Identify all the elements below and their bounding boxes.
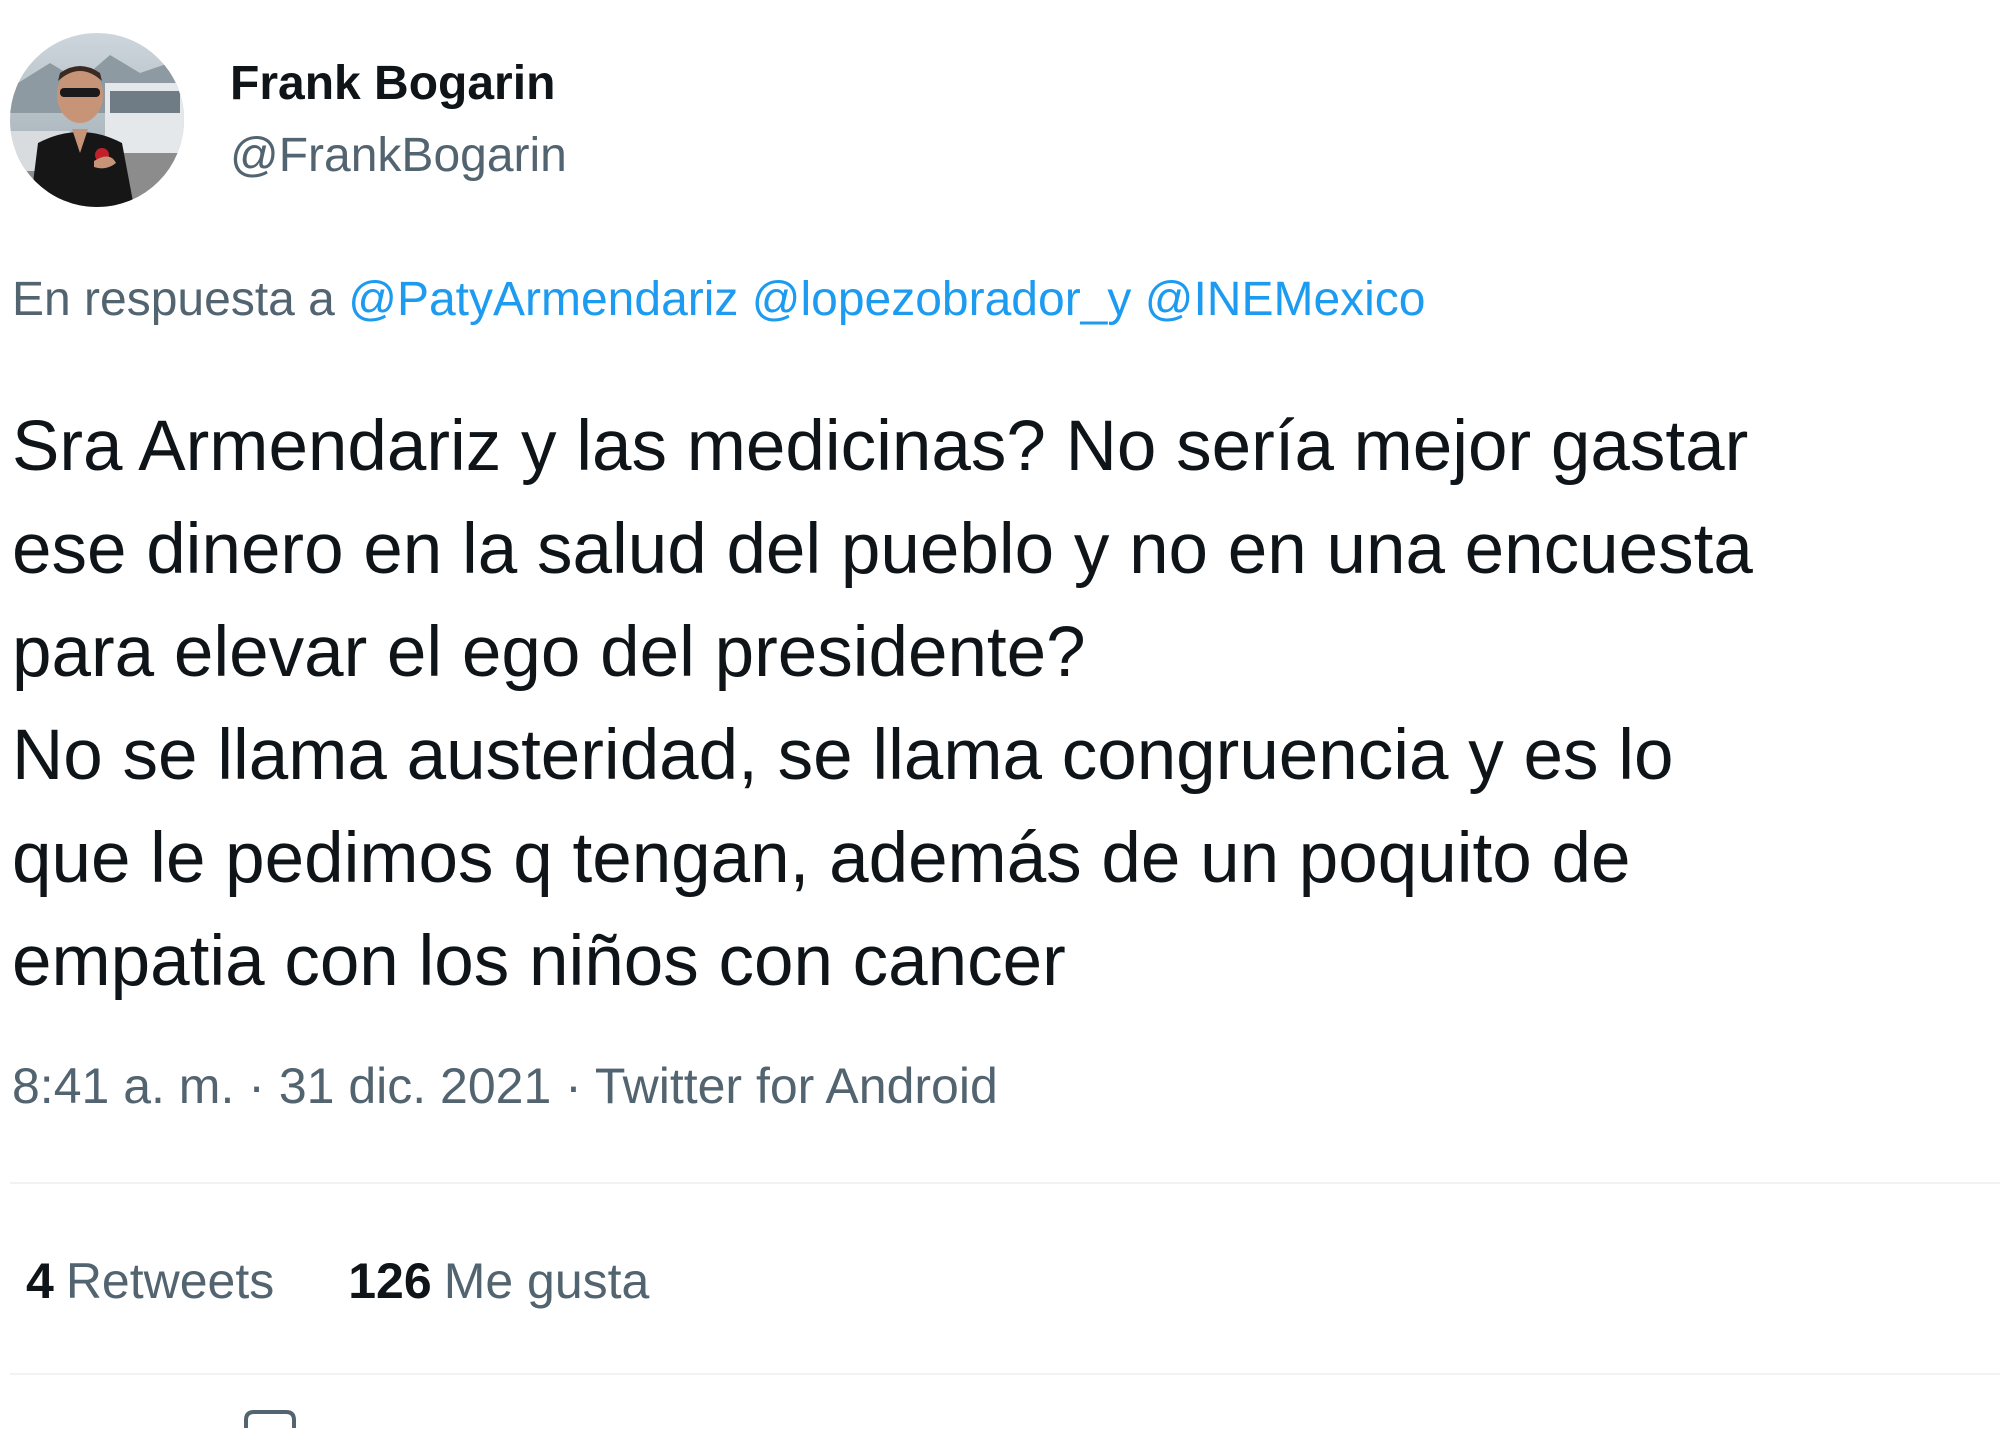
tweet-date[interactable]: 31 dic. 2021 bbox=[279, 1058, 551, 1114]
user-handle[interactable]: @FrankBogarin bbox=[230, 126, 567, 186]
mention-link[interactable]: @INEMexico bbox=[1145, 273, 1426, 326]
author-names: Frank Bogarin @FrankBogarin bbox=[230, 32, 567, 208]
likes-count: 126 bbox=[348, 1253, 432, 1309]
meta-separator: · bbox=[565, 1058, 582, 1114]
retweets-stat[interactable]: 4 Retweets bbox=[26, 1250, 274, 1312]
tweet-header: Frank Bogarin @FrankBogarin bbox=[10, 32, 567, 208]
reply-context: En respuesta a @PatyArmendariz @lopezobr… bbox=[12, 270, 1426, 330]
reply-prefix: En respuesta a bbox=[12, 273, 335, 326]
meta-separator: · bbox=[248, 1058, 265, 1114]
reply-icon-glyph bbox=[244, 1410, 296, 1428]
tweet-text: Sra Armendariz y las medicinas? No sería… bbox=[12, 395, 1753, 1013]
tweet-source[interactable]: Twitter for Android bbox=[595, 1058, 998, 1114]
retweets-count: 4 bbox=[26, 1253, 54, 1309]
tweet-detail: Frank Bogarin @FrankBogarin En respuesta… bbox=[0, 0, 2000, 1428]
user-avatar-photo-icon bbox=[10, 33, 184, 207]
tweet-text-line: que le pedimos q tengan, además de un po… bbox=[12, 819, 1631, 898]
mention-link[interactable]: @PatyArmendariz bbox=[348, 273, 738, 326]
tweet-metadata: 8:41 a. m. · 31 dic. 2021 · Twitter for … bbox=[12, 1055, 998, 1117]
retweets-label: Retweets bbox=[65, 1253, 275, 1309]
likes-label: Me gusta bbox=[443, 1253, 650, 1309]
display-name[interactable]: Frank Bogarin bbox=[230, 54, 567, 114]
engagement-stats: 4 Retweets 126 Me gusta bbox=[26, 1250, 649, 1312]
reply-joiner: y bbox=[1107, 273, 1132, 326]
avatar[interactable] bbox=[10, 33, 184, 207]
mention-link[interactable]: @lopezobrador_ bbox=[752, 273, 1108, 326]
tweet-text-line: Sra Armendariz y las medicinas? No sería… bbox=[12, 407, 1749, 486]
tweet-text-line: No se llama austeridad, se llama congrue… bbox=[12, 716, 1674, 795]
likes-stat[interactable]: 126 Me gusta bbox=[348, 1250, 649, 1312]
tweet-text-line: empatia con los niños con cancer bbox=[12, 922, 1066, 1001]
tweet-time[interactable]: 8:41 a. m. bbox=[12, 1058, 234, 1114]
divider bbox=[10, 1373, 2000, 1375]
divider bbox=[10, 1182, 2000, 1184]
tweet-text-line: ese dinero en la salud del pueblo y no e… bbox=[12, 510, 1753, 589]
reply-icon[interactable] bbox=[240, 1408, 300, 1428]
tweet-text-line: para elevar el ego del presidente? bbox=[12, 613, 1086, 692]
